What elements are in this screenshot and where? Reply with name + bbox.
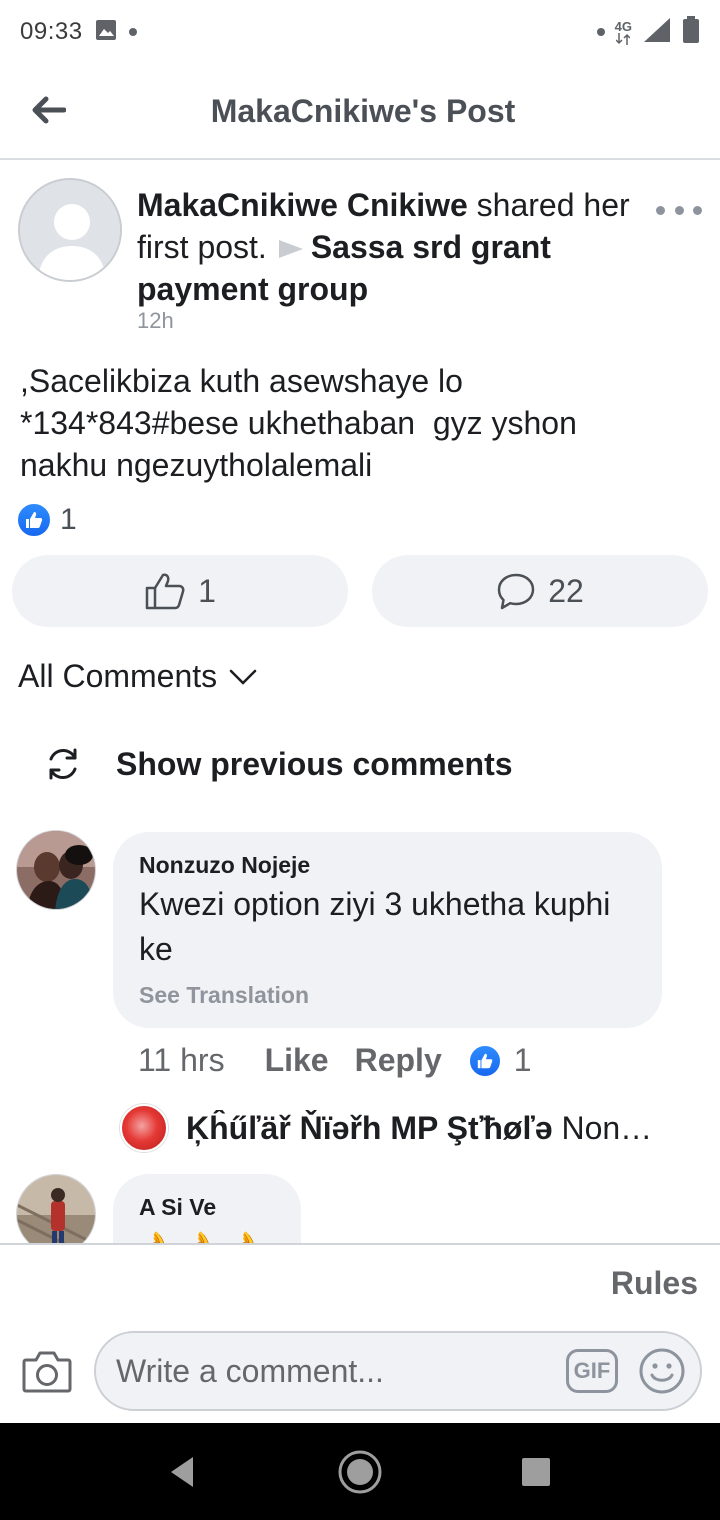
status-bar: 09:33 4G [0,0,720,64]
commenter-name[interactable]: A Si Ve [139,1194,216,1221]
commenter-photo [17,1175,95,1243]
comment-text: Kwezi option ziyi 3 ukhetha kuphi ke [139,886,611,967]
camera-button[interactable] [22,1348,72,1394]
nav-home-button[interactable] [335,1447,385,1497]
comment-text: 👌👌👌 [139,1224,649,1243]
network-indicator: 4G [615,20,632,45]
network-type-label: 4G [614,18,632,34]
battery-icon [682,15,700,49]
nav-recents-icon [522,1458,550,1486]
rules-link[interactable]: Rules [611,1265,698,1302]
chevron-down-icon [229,669,257,685]
like-reaction-icon [467,1043,502,1078]
nav-recents-button[interactable] [511,1447,561,1497]
comment-list-clip: A Si Ve 👌👌👌 [0,1160,720,1243]
back-button[interactable] [26,88,70,132]
reaction-count: 1 [60,503,77,536]
system-navigation-bar [0,1423,720,1520]
nav-back-icon [171,1457,193,1487]
like-reaction-icon [16,502,52,538]
nav-home-icon [338,1450,382,1494]
default-avatar-icon [20,180,120,280]
comment-reply-button[interactable]: Reply [355,1042,442,1079]
reply-avatar [120,1104,168,1152]
post-author-line: MakaCnikiwe Cnikiwe shared her first pos… [137,184,647,310]
comment-input[interactable] [116,1333,546,1409]
reply-preview[interactable]: Ķĥűľäř Ňïəřh MP Şťħøľə Nonzuzo Nojeje [120,1104,680,1152]
reply-snippet: Nonzuzo Nojeje [561,1109,666,1146]
status-dot-icon [596,28,605,36]
like-button-count: 1 [198,572,216,609]
commenter-avatar[interactable] [16,1174,96,1243]
comment-bubble-icon [497,573,535,610]
reply-preview-text: Ķĥűľäř Ňïəřh MP Şťħøľə Nonzuzo Nojeje [186,1110,666,1147]
comment-button-count: 22 [548,572,584,609]
show-previous-comments-button[interactable]: Show previous comments [44,745,513,783]
post-body: ,Sacelikbiza kuth asewshaye lo *134*843#… [20,363,577,483]
post-timestamp[interactable]: 12h [137,308,174,334]
app-header: MakaCnikiwe's Post [0,64,720,160]
comments-filter-dropdown[interactable]: All Comments [18,658,257,695]
see-translation-link[interactable]: See Translation [139,982,309,1009]
comments-filter-label: All Comments [18,658,218,694]
commenter-avatar[interactable] [16,830,96,910]
comment-composer: Rules GIF [0,1243,720,1423]
comment-like-count: 1 [513,1042,532,1078]
like-button[interactable]: 1 [12,555,348,627]
comment-reaction-summary[interactable]: 1 [467,1042,532,1079]
status-time: 09:33 [20,18,83,45]
comment-bubble[interactable]: A Si Ve 👌👌👌 [113,1174,301,1243]
page-title: MakaCnikiwe's Post [210,92,516,129]
comment-meta-row: 11 hrs Like Reply 1 [138,1042,532,1079]
comment-button[interactable]: 22 [372,555,708,627]
back-arrow-icon [32,96,66,124]
comment-like-button[interactable]: Like [265,1042,329,1079]
more-options-button[interactable] [656,195,702,225]
nav-back-button[interactable] [157,1447,207,1497]
notification-dot-icon [128,28,137,36]
smiley-icon [639,1348,685,1394]
commenter-name[interactable]: Nonzuzo Nojeje [139,852,310,879]
post-header: MakaCnikiwe Cnikiwe shared her first pos… [0,170,720,340]
gallery-notification-icon [95,19,117,46]
comment-timestamp: 11 hrs [138,1042,225,1078]
reaction-summary[interactable]: 1 [16,502,77,538]
signal-icon [642,16,672,49]
more-dot-icon [656,205,665,215]
show-previous-label: Show previous comments [116,745,513,782]
comment-input-container: GIF [94,1331,702,1411]
data-arrows-icon [616,32,631,45]
more-dot-icon [674,205,684,215]
comment-bubble[interactable]: Nonzuzo Nojeje Kwezi option ziyi 3 ukhet… [113,832,662,1028]
commenter-photo [17,831,95,909]
thumbs-up-icon [145,573,185,610]
share-arrow-icon [278,239,303,258]
refresh-icon [49,748,77,780]
camera-icon [22,1351,72,1393]
gif-button[interactable]: GIF [566,1349,618,1393]
author-avatar[interactable] [18,178,122,282]
author-name[interactable]: MakaCnikiwe Cnikiwe [137,187,468,223]
more-dot-icon [693,205,702,215]
reply-author-name: Ķĥűľäř Ňïəřh MP Şťħøľə [186,1109,553,1146]
emoji-button[interactable] [638,1347,686,1395]
